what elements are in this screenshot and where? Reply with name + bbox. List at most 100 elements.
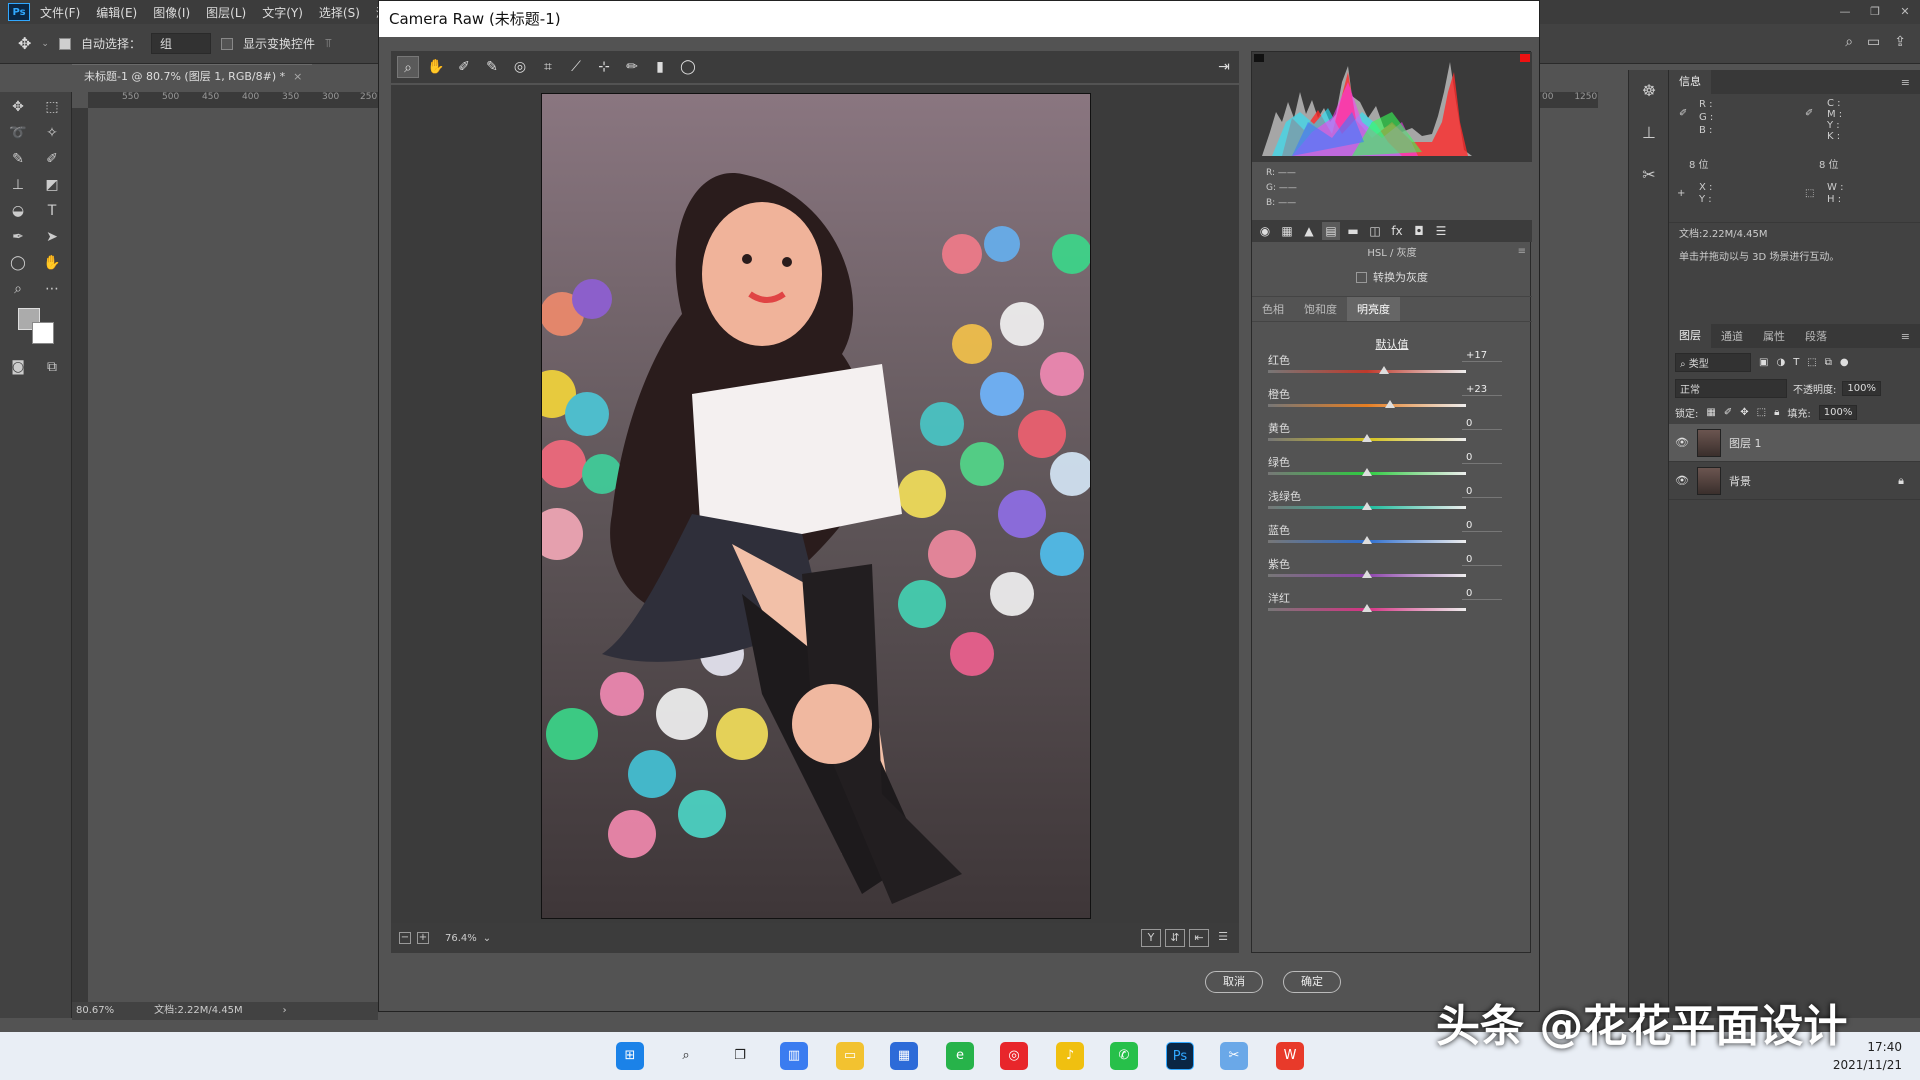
tab-detail-icon[interactable]: ▲ <box>1300 222 1318 240</box>
browser-icon[interactable]: e <box>946 1042 974 1070</box>
hand-tool-icon[interactable]: ✋ <box>40 252 64 274</box>
tab-lens-icon[interactable]: ◫ <box>1366 222 1384 240</box>
zoom-tool-icon[interactable]: ⌕ <box>6 278 30 300</box>
align-top-icon[interactable]: ⫪ <box>325 36 332 51</box>
zoom-out-button[interactable]: − <box>399 932 411 944</box>
ok-button[interactable]: 确定 <box>1283 971 1341 993</box>
slider-value-input[interactable]: 0 <box>1462 520 1502 532</box>
filter-toggle-icon[interactable]: ● <box>1840 357 1849 368</box>
lock-position-icon[interactable]: ✥ <box>1740 407 1748 418</box>
background-color-swatch[interactable] <box>32 322 54 344</box>
auto-select-dropdown[interactable]: 组 <box>150 33 211 54</box>
screen-mode-icon[interactable]: ⧉ <box>40 356 64 378</box>
bucket-tool-icon[interactable]: ◒ <box>6 200 30 222</box>
show-transform-checkbox[interactable] <box>220 37 233 50</box>
zoom-level[interactable]: 76.4% <box>445 933 477 944</box>
music-app-icon[interactable]: ♪ <box>1056 1042 1084 1070</box>
slider-thumb[interactable] <box>1362 502 1372 510</box>
lock-artboard-icon[interactable]: ⬚ <box>1757 407 1766 418</box>
wps-icon[interactable]: W <box>1276 1042 1304 1070</box>
fill-input[interactable]: 100% <box>1818 404 1858 420</box>
tab-properties[interactable]: 属性 <box>1753 328 1795 344</box>
tools-preset-icon[interactable]: ✂ <box>1629 154 1669 196</box>
move-tool-icon[interactable]: ✥ <box>6 96 30 118</box>
tab-basic-icon[interactable]: ◉ <box>1256 222 1274 240</box>
slider-thumb[interactable] <box>1362 604 1372 612</box>
quick-mask-icon[interactable]: ◙ <box>6 356 30 378</box>
slider-value-input[interactable]: 0 <box>1462 588 1502 600</box>
eye-icon[interactable]: 👁︎ <box>1675 436 1689 449</box>
chevron-down-icon[interactable]: ⌄ <box>483 933 491 944</box>
slider-value-input[interactable]: +23 <box>1462 384 1502 396</box>
blend-mode-dropdown[interactable]: 正常 <box>1675 378 1787 398</box>
ellipse-tool-icon[interactable]: ◯ <box>6 252 30 274</box>
swap-icon[interactable]: ⇵ <box>1165 929 1185 947</box>
close-tab-icon[interactable]: × <box>293 70 302 83</box>
filter-type-icon[interactable]: T <box>1793 357 1799 368</box>
tab-saturation[interactable]: 饱和度 <box>1294 297 1347 321</box>
menu-select[interactable]: 选择(S) <box>319 4 360 21</box>
tab-hsl-icon[interactable]: ▤ <box>1322 222 1340 240</box>
widgets-icon[interactable]: ▥ <box>780 1042 808 1070</box>
wechat-icon[interactable]: ✆ <box>1110 1042 1138 1070</box>
radial-filter-icon[interactable]: ◯ <box>677 56 699 78</box>
layer-row[interactable]: 👁︎ 图层 1 <box>1669 424 1920 462</box>
panel-menu-icon[interactable]: ≡ <box>1518 246 1526 257</box>
convert-gray-row[interactable]: 转换为灰度 <box>1252 266 1532 288</box>
3d-rotate-icon[interactable]: ☸ <box>1629 70 1669 112</box>
restore-icon[interactable]: ❐ <box>1860 0 1890 24</box>
preferences-icon[interactable]: ☰ <box>1213 929 1233 947</box>
move-tool-icon[interactable]: ✥ <box>18 34 31 53</box>
status-zoom[interactable]: 80.67% <box>76 1002 114 1020</box>
slider-thumb[interactable] <box>1362 434 1372 442</box>
close-icon[interactable]: ✕ <box>1890 0 1920 24</box>
crop-tool-icon[interactable]: ⌗ <box>537 56 559 78</box>
filter-pixel-icon[interactable]: ▣ <box>1759 357 1768 368</box>
lock-brush-icon[interactable]: ✐ <box>1724 407 1732 418</box>
share-icon[interactable]: ⇪ <box>1894 34 1906 50</box>
filter-shape-icon[interactable]: ⬚ <box>1807 357 1816 368</box>
slider-thumb[interactable] <box>1362 468 1372 476</box>
tab-hue[interactable]: 色相 <box>1252 297 1294 321</box>
windows-start-icon[interactable]: ⊞ <box>616 1042 644 1070</box>
chevron-down-icon[interactable]: ⌄ <box>41 39 49 49</box>
tab-layers[interactable]: 图层 <box>1669 324 1711 348</box>
search-icon[interactable]: ⌕ <box>1845 34 1853 50</box>
before-after-icon[interactable]: Y <box>1141 929 1161 947</box>
open-preferences-icon[interactable]: ⇥ <box>1213 56 1235 78</box>
slider-thumb[interactable] <box>1378 366 1389 374</box>
slider-thumb[interactable] <box>1362 536 1372 544</box>
slider-track[interactable] <box>1268 370 1466 373</box>
slider-value-input[interactable]: 0 <box>1462 486 1502 498</box>
tab-paragraph[interactable]: 段落 <box>1795 328 1837 344</box>
spot-heal-icon[interactable]: ✎ <box>6 148 30 170</box>
canvas-area[interactable] <box>88 108 378 1006</box>
tab-curve-icon[interactable]: ▦ <box>1278 222 1296 240</box>
pen-tool-icon[interactable]: ✒ <box>6 226 30 248</box>
eraser-tool-icon[interactable]: ◩ <box>40 174 64 196</box>
opacity-input[interactable]: 100% <box>1842 380 1881 396</box>
more-tools-icon[interactable]: ⋯ <box>40 278 64 300</box>
slider-value-input[interactable]: 0 <box>1462 452 1502 464</box>
panel-menu-icon[interactable]: ≡ <box>1891 76 1920 89</box>
tab-split-tone-icon[interactable]: ▬ <box>1344 222 1362 240</box>
spot-removal-icon[interactable]: ⊹ <box>593 56 615 78</box>
workspace-icon[interactable]: ▭ <box>1867 34 1880 50</box>
slider-thumb[interactable] <box>1362 570 1372 578</box>
color-sampler-icon[interactable]: ✎ <box>481 56 503 78</box>
menu-file[interactable]: 文件(F) <box>40 4 80 21</box>
slider-value-input[interactable]: 0 <box>1462 418 1502 430</box>
menu-layer[interactable]: 图层(L) <box>206 4 246 21</box>
auto-select-checkbox[interactable] <box>58 37 71 50</box>
tab-luminance[interactable]: 明亮度 <box>1347 297 1400 321</box>
graduated-filter-icon[interactable]: ▮ <box>649 56 671 78</box>
lock-all-icon[interactable]: 🔒︎ <box>1774 407 1779 418</box>
hand-tool-icon[interactable]: ✋ <box>425 56 447 78</box>
tab-info[interactable]: 信息 <box>1669 70 1711 94</box>
adjust-brush-icon[interactable]: ✏ <box>621 56 643 78</box>
white-balance-icon[interactable]: ✐ <box>453 56 475 78</box>
image-preview[interactable] <box>391 85 1239 923</box>
netease-music-icon[interactable]: ◎ <box>1000 1042 1028 1070</box>
path-select-icon[interactable]: ➤ <box>40 226 64 248</box>
document-tab[interactable]: 未标题-1 @ 80.7% (图层 1, RGB/8#) * × <box>72 64 312 88</box>
